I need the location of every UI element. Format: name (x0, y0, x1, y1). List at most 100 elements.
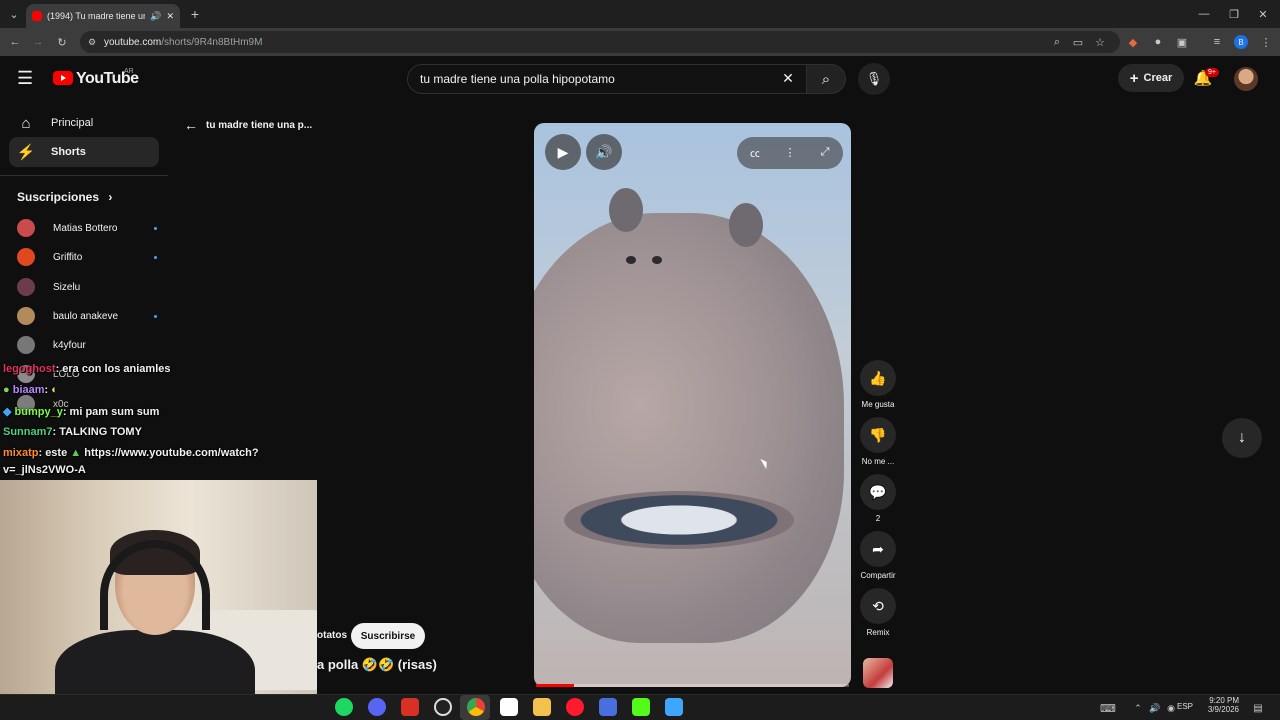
shorts-back-row[interactable]: ← tu madre tiene una p... (184, 117, 312, 133)
close-window-button[interactable]: ✕ (1255, 6, 1271, 22)
profile-icon[interactable]: B (1234, 35, 1248, 49)
hamburger-menu-icon[interactable]: ☰ (17, 68, 33, 88)
back-icon[interactable]: ← (7, 34, 23, 50)
voicemeeter-icon[interactable] (401, 698, 419, 716)
like-action[interactable]: 👍 Me gusta (858, 360, 898, 409)
channel-name: Sizelu (53, 281, 81, 293)
extension-icon[interactable]: ● (1150, 34, 1166, 50)
subscription-item[interactable]: baulo anakeve (17, 306, 157, 326)
spotify-icon[interactable] (335, 698, 353, 716)
opera-icon[interactable] (566, 698, 584, 716)
volume-icon[interactable]: 🔊 (1147, 700, 1163, 716)
notifications-badge: 9+ (1205, 68, 1219, 77)
obs-icon[interactable] (434, 698, 452, 716)
sidebar-item-shorts[interactable]: ⚡ Shorts (9, 137, 159, 167)
clear-search-icon[interactable]: ✕ (780, 70, 796, 86)
channel-name: Griffito (53, 251, 83, 263)
dislike-icon: 👎 (860, 417, 896, 453)
video-progress-bar[interactable] (536, 684, 849, 687)
dislike-action[interactable]: 👎 No me ... (858, 417, 898, 466)
tab-audio-icon[interactable]: 🔊 (150, 11, 161, 22)
account-avatar[interactable] (1234, 67, 1258, 91)
captions-icon[interactable]: ㏄ (747, 144, 763, 160)
restore-button[interactable]: ❐ (1226, 6, 1242, 22)
chevron-up-icon[interactable]: ⌃ (1130, 700, 1146, 716)
app-icon[interactable] (665, 698, 683, 716)
video-frame-detail (626, 256, 636, 264)
kick-icon[interactable] (632, 698, 650, 716)
webcam-overlay (0, 480, 317, 720)
channel-avatar (17, 278, 35, 296)
next-short-button[interactable]: ↓ (1222, 418, 1262, 458)
cast-icon[interactable]: ▭ (1070, 34, 1086, 50)
video-frame-detail (609, 188, 643, 232)
subscriptions-heading[interactable]: Suscripciones › (17, 190, 112, 204)
channel-name: k4yfour (53, 339, 86, 351)
reading-list-icon[interactable]: ≡ (1209, 34, 1225, 50)
tab-search-icon[interactable]: ⌄ (6, 6, 22, 22)
sidebar-item-principal[interactable]: ⌂ Principal (9, 108, 159, 138)
search-input[interactable]: tu madre tiene una polla hipopotamo (407, 64, 807, 94)
menu-kebab-icon[interactable]: ⋮ (1258, 34, 1274, 50)
subscription-item[interactable]: k4yfour (17, 335, 157, 355)
browser-tab[interactable]: (1994) Tu madre tiene una p 🔊 ✕ (26, 4, 180, 28)
extensions-puzzle-icon[interactable]: ▣ (1174, 34, 1190, 50)
video-progress-fill (536, 684, 574, 687)
bookmark-star-icon[interactable]: ☆ (1092, 34, 1108, 50)
subscription-item[interactable]: Griffito (17, 247, 157, 267)
dislike-label: No me ... (861, 457, 895, 466)
notification-center-icon[interactable]: ▤ (1250, 700, 1266, 716)
minimize-button[interactable]: — (1196, 6, 1212, 22)
video-frame-hippo (534, 213, 844, 643)
country-code: AR (124, 68, 134, 75)
app-icon[interactable] (500, 698, 518, 716)
subscription-item[interactable]: Matias Bottero (17, 218, 157, 238)
play-icon: ▶ (557, 143, 569, 160)
channel-name[interactable]: otatos (317, 630, 347, 641)
channel-avatar (17, 219, 35, 237)
zoom-icon[interactable]: ⌕ (1049, 34, 1065, 50)
chat-message: ● biaam: ◐ (3, 384, 58, 396)
plus-icon: + (1129, 69, 1139, 87)
comment-action[interactable]: 💬 2 (858, 474, 898, 523)
voice-search-button[interactable]: 🎙 (858, 63, 890, 95)
play-button[interactable]: ▶ (545, 134, 581, 170)
short-caption: a polla 🤣🤣 (risas) (317, 657, 437, 672)
app-icon[interactable] (599, 698, 617, 716)
clock[interactable]: 9:20 PM 3/9/2026 (1205, 696, 1239, 714)
chrome-icon[interactable] (467, 698, 485, 716)
reload-icon[interactable]: ↻ (54, 34, 70, 50)
extension-fox-icon[interactable]: ◆ (1125, 34, 1141, 50)
forward-icon[interactable]: → (30, 34, 46, 50)
youtube-favicon-icon (32, 11, 42, 21)
more-options-icon[interactable]: ⋮ (782, 144, 798, 160)
chat-message: legoghost: era con los aniamles (3, 363, 171, 375)
video-frame-detail (729, 203, 763, 247)
youtube-logo-icon[interactable] (53, 71, 73, 85)
video-frame-detail (652, 256, 662, 264)
url-field[interactable]: youtube.com/shorts/9R4n8BtHm9M (80, 31, 1120, 53)
file-explorer-icon[interactable] (533, 698, 551, 716)
keyboard-icon[interactable]: ⌨ (1100, 700, 1116, 716)
tab-close-icon[interactable]: ✕ (166, 11, 174, 22)
volume-button[interactable]: 🔊 (586, 134, 622, 170)
new-tab-button[interactable]: + (187, 6, 203, 22)
subscription-item[interactable]: Sizelu (17, 277, 157, 297)
fullscreen-icon[interactable]: ⤢ (817, 144, 833, 160)
new-content-dot (154, 255, 157, 259)
discord-icon[interactable] (368, 698, 386, 716)
search-button[interactable]: ⌕ (806, 64, 846, 94)
chat-message: Sunnam7: TALKING TOMY (3, 426, 142, 438)
url-path: /shorts/9R4n8BtHm9M (161, 36, 263, 48)
create-label: Crear (1143, 72, 1173, 84)
create-button[interactable]: + Crear (1118, 64, 1184, 92)
site-info-icon[interactable]: ⚙ (84, 34, 100, 50)
share-action[interactable]: ➦ Compartir (858, 531, 898, 580)
subscribe-button[interactable]: Suscribirse (351, 623, 425, 649)
audio-source-thumbnail[interactable] (863, 658, 893, 688)
chat-user: biaam (12, 384, 45, 396)
shorts-video-player[interactable] (534, 123, 851, 687)
chat-emote-icon: ◐ (51, 384, 58, 396)
remix-action[interactable]: ⟲ Remix (858, 588, 898, 637)
language-indicator[interactable]: ESP (1177, 702, 1193, 711)
